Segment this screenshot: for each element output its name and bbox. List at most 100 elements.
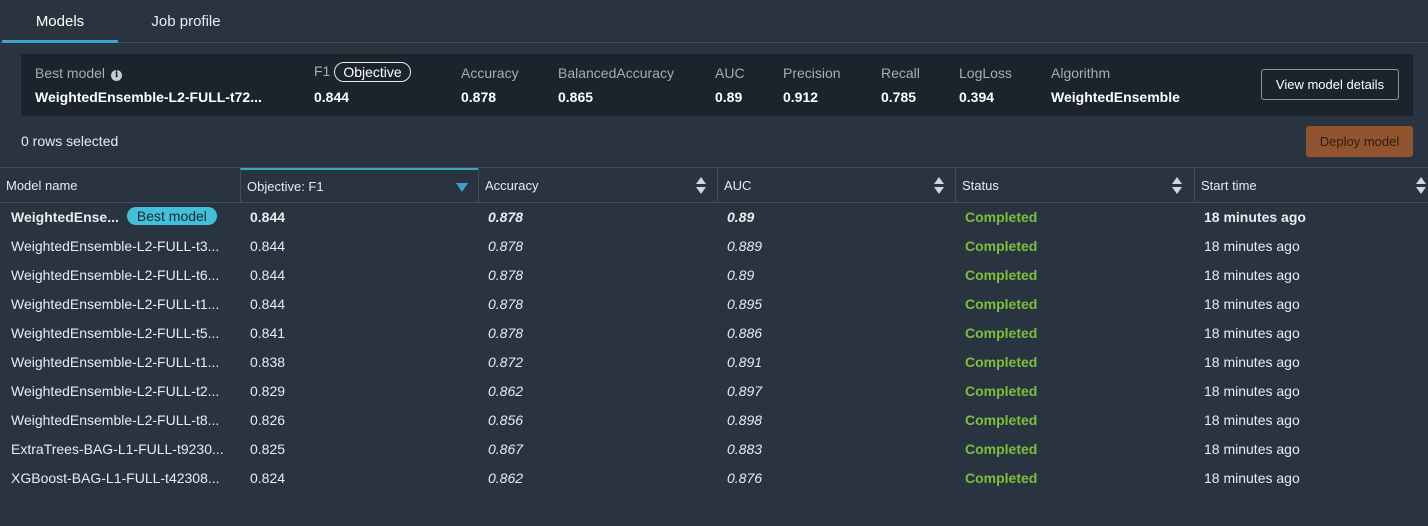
start-time-cell: 18 minutes ago <box>1204 354 1300 370</box>
auc-cell: 0.898 <box>727 412 763 428</box>
table-row[interactable]: WeightedEnsemble-L2-FULL-t6... 0.844 0.8… <box>0 261 1428 290</box>
start-time-cell: 18 minutes ago <box>1204 441 1300 457</box>
status-cell: Completed <box>965 441 1038 457</box>
objective-cell: 0.825 <box>250 441 286 457</box>
table-row[interactable]: WeightedEnsemble-L2-FULL-t5... 0.841 0.8… <box>0 319 1428 348</box>
objective-cell: 0.841 <box>250 325 286 341</box>
sort-both-icon[interactable] <box>696 177 707 195</box>
column-header-label: Objective: F1 <box>247 179 324 194</box>
accuracy-cell: 0.862 <box>488 383 524 399</box>
model-name-cell: WeightedEnsemble-L2-FULL-t1... <box>11 354 220 370</box>
objective-cell: 0.844 <box>250 296 286 312</box>
deploy-model-button[interactable]: Deploy model <box>1306 126 1413 157</box>
model-name-cell: WeightedEnsemble-L2-FULL-t1... <box>11 296 220 312</box>
table-header: Model name Objective: F1 Accuracy AUC St… <box>0 167 1428 203</box>
best-model-label: Best model <box>35 65 106 81</box>
table-row[interactable]: WeightedEnsemble-L2-FULL-t1... 0.844 0.8… <box>0 290 1428 319</box>
objective-badge: Objective <box>334 62 411 82</box>
model-name: WeightedEnse... <box>11 209 119 225</box>
model-name-cell: WeightedEnse... Best model <box>11 203 236 232</box>
view-model-details-button[interactable]: View model details <box>1261 69 1399 100</box>
column-header-accuracy[interactable]: Accuracy <box>478 168 717 203</box>
objective-cell: 0.838 <box>250 354 286 370</box>
algorithm-value: WeightedEnsemble <box>1051 89 1180 105</box>
objective-cell: 0.829 <box>250 383 286 399</box>
auc-cell: 0.897 <box>727 383 763 399</box>
tab-bar: Models Job profile <box>0 0 1428 43</box>
status-cell: Completed <box>965 267 1038 283</box>
accuracy-cell: 0.872 <box>488 354 524 370</box>
algorithm-label: Algorithm <box>1051 65 1111 81</box>
auc-cell: 0.89 <box>727 267 755 283</box>
precision-label: Precision <box>783 65 841 81</box>
best-model-label-wrap: Best model i <box>35 65 123 81</box>
tab-job-profile[interactable]: Job profile <box>128 0 244 43</box>
model-name-cell: WeightedEnsemble-L2-FULL-t2... <box>11 383 220 399</box>
balanced-accuracy-label: BalancedAccuracy <box>558 65 674 81</box>
auc-cell: 0.883 <box>727 441 763 457</box>
sort-both-icon[interactable] <box>1416 177 1427 195</box>
objective-cell: 0.844 <box>250 209 286 225</box>
accuracy-cell: 0.878 <box>488 238 524 254</box>
objective-cell: 0.844 <box>250 238 286 254</box>
accuracy-cell: 0.862 <box>488 470 524 486</box>
sort-both-icon[interactable] <box>1172 177 1183 195</box>
table-row[interactable]: WeightedEnsemble-L2-FULL-t8... 0.826 0.8… <box>0 406 1428 435</box>
tab-models[interactable]: Models <box>2 0 118 43</box>
model-name-cell: WeightedEnsemble-L2-FULL-t5... <box>11 325 220 341</box>
table-row[interactable]: WeightedEnsemble-L2-FULL-t2... 0.829 0.8… <box>0 377 1428 406</box>
best-model-value: WeightedEnsemble-L2-FULL-t72... <box>35 89 262 105</box>
start-time-cell: 18 minutes ago <box>1204 412 1300 428</box>
precision-value: 0.912 <box>783 89 819 105</box>
objective-cell: 0.824 <box>250 470 286 486</box>
column-header-label: Accuracy <box>485 178 539 193</box>
column-header-label: Model name <box>6 178 78 193</box>
recall-value: 0.785 <box>881 89 917 105</box>
status-cell: Completed <box>965 209 1038 225</box>
status-cell: Completed <box>965 470 1038 486</box>
accuracy-cell: 0.878 <box>488 209 524 225</box>
logloss-value: 0.394 <box>959 89 995 105</box>
column-header-start-time[interactable]: Start time <box>1194 168 1428 203</box>
status-cell: Completed <box>965 383 1038 399</box>
f1-value: 0.844 <box>314 89 350 105</box>
objective-cell: 0.844 <box>250 267 286 283</box>
balanced-accuracy-value: 0.865 <box>558 89 594 105</box>
column-header-model-name[interactable]: Model name <box>0 168 240 203</box>
table-row[interactable]: ExtraTrees-BAG-L1-FULL-t9230... 0.825 0.… <box>0 435 1428 464</box>
recall-label: Recall <box>881 65 920 81</box>
column-header-label: AUC <box>724 178 752 193</box>
accuracy-cell: 0.878 <box>488 325 524 341</box>
sort-both-icon[interactable] <box>934 177 945 195</box>
accuracy-value: 0.878 <box>461 89 497 105</box>
f1-label-wrap: F1 Objective <box>314 62 411 82</box>
table-row[interactable]: WeightedEnsemble-L2-FULL-t1... 0.838 0.8… <box>0 348 1428 377</box>
start-time-cell: 18 minutes ago <box>1204 267 1300 283</box>
model-name-cell: ExtraTrees-BAG-L1-FULL-t9230... <box>11 441 224 457</box>
column-header-auc[interactable]: AUC <box>717 168 955 203</box>
start-time-cell: 18 minutes ago <box>1204 238 1300 254</box>
model-name-cell: WeightedEnsemble-L2-FULL-t6... <box>11 267 220 283</box>
f1-label: F1 <box>314 63 331 79</box>
column-header-status[interactable]: Status <box>955 168 1194 203</box>
status-cell: Completed <box>965 238 1038 254</box>
status-cell: Completed <box>965 412 1038 428</box>
model-name-cell: WeightedEnsemble-L2-FULL-t3... <box>11 238 220 254</box>
table-row[interactable]: WeightedEnsemble-L2-FULL-t3... 0.844 0.8… <box>0 232 1428 261</box>
start-time-cell: 18 minutes ago <box>1204 325 1300 341</box>
best-model-summary: Best model i WeightedEnsemble-L2-FULL-t72… <box>21 54 1413 116</box>
info-icon[interactable]: i <box>111 70 123 81</box>
auc-cell: 0.89 <box>727 209 755 225</box>
auc-cell: 0.895 <box>727 296 763 312</box>
start-time-cell: 18 minutes ago <box>1204 209 1306 225</box>
rows-selected-count: 0 rows selected <box>21 133 119 149</box>
column-header-objective[interactable]: Objective: F1 <box>240 168 478 203</box>
model-name-cell: WeightedEnsemble-L2-FULL-t8... <box>11 412 220 428</box>
model-name-cell: XGBoost-BAG-L1-FULL-t42308... <box>11 470 220 486</box>
sort-desc-icon[interactable] <box>456 183 468 192</box>
table-row[interactable]: WeightedEnse... Best model 0.844 0.878 0.… <box>0 203 1428 232</box>
status-cell: Completed <box>965 296 1038 312</box>
start-time-cell: 18 minutes ago <box>1204 296 1300 312</box>
table-row[interactable]: XGBoost-BAG-L1-FULL-t42308... 0.824 0.86… <box>0 464 1428 493</box>
accuracy-cell: 0.856 <box>488 412 524 428</box>
